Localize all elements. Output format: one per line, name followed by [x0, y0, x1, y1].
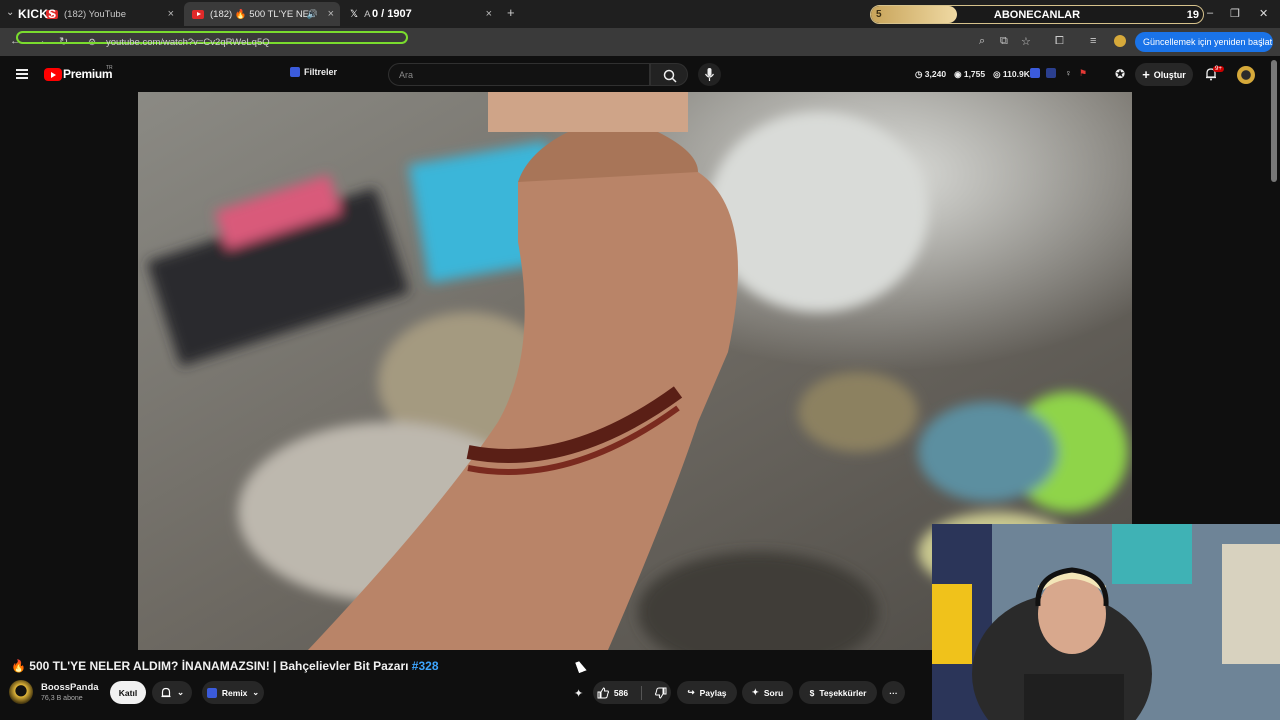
- extension-stats: ◷ 3,240 ◉ 1,755 ◎ 110.9K: [915, 69, 1030, 80]
- stat-watch: ◉ 1,755: [954, 69, 986, 79]
- tab-close-icon[interactable]: ×: [168, 8, 174, 20]
- thanks-icon: $: [809, 687, 815, 698]
- search-input[interactable]: Ara: [388, 63, 650, 86]
- tab-video[interactable]: (182) 🔥 500 TL'YE NELER A 🔊 ×: [184, 2, 340, 26]
- search-button[interactable]: [650, 63, 688, 86]
- tab-label: (182) YouTube: [64, 8, 126, 20]
- tab-search-icon[interactable]: ⌄: [6, 7, 14, 18]
- tab-close-icon[interactable]: ×: [486, 8, 492, 20]
- award-icon[interactable]: ♀: [1065, 68, 1075, 78]
- goal-label: ABONECANLAR: [993, 9, 1081, 21]
- remix-button[interactable]: Remix ⌄: [202, 681, 264, 704]
- close-window-button[interactable]: ✕: [1259, 7, 1268, 20]
- create-plus-icon: +: [1142, 67, 1150, 82]
- channel-name[interactable]: BoossPanda: [41, 682, 99, 693]
- studio-icon[interactable]: ✪: [1115, 67, 1125, 81]
- tab-x[interactable]: 𝕏 A ×: [342, 2, 498, 26]
- bookmark-star-icon[interactable]: ☆: [1021, 35, 1031, 48]
- chevron-down-icon: ⌄: [252, 688, 260, 697]
- youtube-brand[interactable]: Premium: [63, 67, 113, 81]
- voice-search-button[interactable]: [698, 63, 721, 86]
- extension-icon[interactable]: [1030, 68, 1040, 78]
- sparkle-icon: ✦: [751, 687, 759, 697]
- minimize-button[interactable]: –: [1207, 7, 1213, 19]
- search-icon: [663, 69, 677, 83]
- create-label: Oluştur: [1153, 69, 1186, 80]
- chevron-down-icon: ⌄: [176, 687, 185, 697]
- webcam-overlay: [932, 524, 1280, 720]
- notification-badge: 9+: [1213, 66, 1224, 72]
- maximize-button[interactable]: ❐: [1230, 7, 1240, 20]
- bell-icon: [161, 687, 171, 697]
- share-icon: ↪: [687, 687, 695, 697]
- youtube-favicon-icon: [192, 9, 204, 19]
- page-scrollbar[interactable]: [1271, 60, 1277, 182]
- video-hashtag[interactable]: #328: [412, 659, 439, 673]
- youtube-logo-icon[interactable]: [44, 68, 62, 81]
- create-button[interactable]: + Oluştur: [1135, 63, 1193, 86]
- filters-label: Filtreler: [304, 67, 338, 77]
- stat-eye: ◎ 110.9K: [993, 69, 1030, 79]
- update-label: Güncellemek için yeniden başlat: [1143, 37, 1273, 47]
- speaker-icon[interactable]: 🔊: [307, 9, 318, 20]
- install-icon[interactable]: ⧉: [1000, 35, 1008, 48]
- tab-close-icon[interactable]: ×: [328, 8, 334, 20]
- more-button[interactable]: ···: [882, 681, 905, 704]
- channel-avatar[interactable]: [9, 680, 33, 704]
- ask-label: Soru: [763, 687, 784, 698]
- goal-target: 19: [1186, 9, 1199, 21]
- remix-icon: [206, 687, 217, 698]
- mouse-cursor: [575, 659, 587, 674]
- tab-label: (182) 🔥 500 TL'YE NELER A: [210, 8, 314, 20]
- sparkle-ai-icon[interactable]: ✦: [574, 687, 583, 700]
- url-input[interactable]: youtube.com/watch?v=Cv2qRWeLq5Q: [106, 37, 270, 48]
- kicks-overlay-label: KICKS: [18, 7, 57, 21]
- extension-icon[interactable]: [1046, 68, 1056, 78]
- thumbs-down-icon[interactable]: [655, 687, 667, 699]
- subscriber-goal-bar: 5 ABONECANLAR 19: [870, 5, 1204, 24]
- kebab-menu-icon[interactable]: ⋮: [1257, 37, 1266, 48]
- profile-avatar-icon[interactable]: [1114, 35, 1126, 47]
- stat-clock: ◷ 3,240: [915, 69, 947, 79]
- mic-icon: [705, 68, 714, 81]
- new-tab-button[interactable]: +: [507, 5, 515, 20]
- stream-overlay-counter: 0 / 1907: [372, 8, 412, 20]
- x-logo-icon: 𝕏: [350, 8, 359, 20]
- filters-button[interactable]: Filtreler: [290, 67, 337, 77]
- region-code: TR: [106, 65, 113, 71]
- filter-extension-icon: [290, 67, 300, 77]
- like-dislike-group[interactable]: 586: [593, 681, 671, 704]
- thanks-button[interactable]: $ Teşekkürler: [799, 681, 877, 704]
- like-count: 586: [613, 687, 629, 698]
- webcam-image: [932, 524, 1280, 720]
- account-avatar[interactable]: [1237, 66, 1255, 84]
- remix-label: Remix: [221, 687, 248, 698]
- join-button[interactable]: Katıl: [110, 681, 146, 704]
- zoom-icon[interactable]: ⌕: [979, 35, 985, 48]
- ask-button[interactable]: ✦ Soru: [742, 681, 793, 704]
- channel-subscribers: 76,3 B abone: [41, 695, 83, 702]
- notification-bell-button[interactable]: ⌄: [152, 681, 192, 704]
- thumbs-up-icon[interactable]: [597, 686, 609, 699]
- video-title: 🔥 500 TL'YE NELER ALDIM? İNANAMAZSIN! | …: [11, 659, 439, 673]
- share-button[interactable]: ↪ Paylaş: [677, 681, 737, 704]
- update-restart-button[interactable]: Güncellemek için yeniden başlat ⋮: [1135, 32, 1273, 52]
- tab-label: A: [364, 8, 371, 20]
- reading-list-icon[interactable]: ≡: [1090, 35, 1096, 47]
- share-label: Paylaş: [699, 687, 727, 698]
- thanks-label: Teşekkürler: [819, 687, 867, 698]
- live-icon[interactable]: ⚑: [1079, 68, 1089, 78]
- menu-icon[interactable]: [16, 69, 28, 79]
- extensions-icon[interactable]: ⧠: [1055, 35, 1064, 48]
